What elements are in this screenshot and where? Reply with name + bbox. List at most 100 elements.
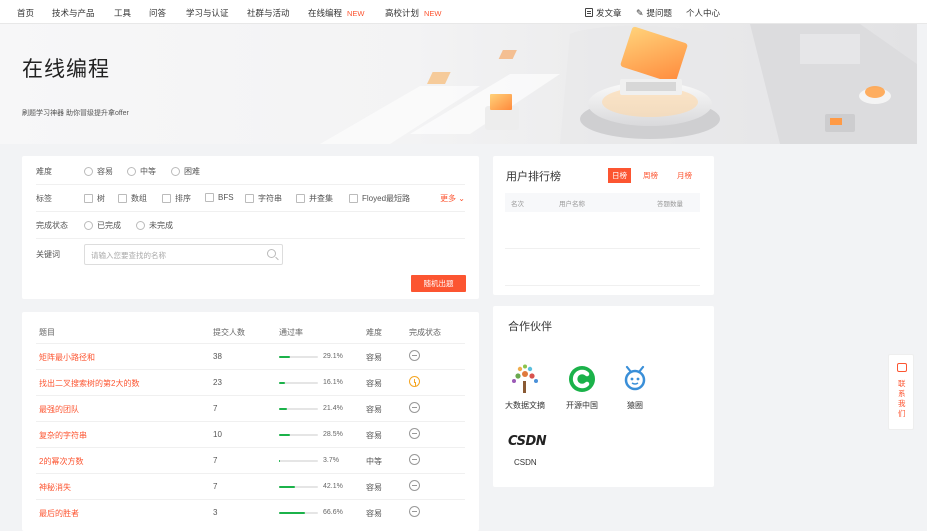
random-question-button[interactable]: 随机出题	[411, 275, 466, 292]
nav-label: 在线编程	[308, 8, 343, 18]
submission-count: 3	[213, 508, 218, 517]
table-row[interactable]: 最后的胜者 3 66.6% 容易	[36, 499, 465, 525]
table-row[interactable]: 2的幂次方数 7 3.7% 中等	[36, 447, 465, 473]
column-answer-count: 答题数量	[657, 201, 683, 208]
radio-icon	[84, 221, 93, 230]
partner-oschina[interactable]: 开源中国	[566, 364, 598, 411]
problem-title-link[interactable]: 最后的胜者	[39, 508, 79, 519]
status-undone-radio[interactable]: 未完成	[136, 220, 173, 231]
pass-rate-bar	[279, 408, 318, 410]
nav-community[interactable]: 社群与活动	[247, 7, 290, 19]
partner-name: 猿圈	[627, 401, 643, 410]
nav-label: 工具	[114, 8, 132, 18]
partners-panel: 合作伙伴 大数据文摘 开源中国 猿圈 CSDN CSDN	[493, 306, 714, 487]
search-icon[interactable]	[267, 249, 276, 258]
tag-floyd-checkbox[interactable]: Floyed最短路	[349, 193, 410, 204]
problem-title-link[interactable]: 最强的团队	[39, 404, 79, 415]
partner-csdn[interactable]: CSDN CSDN	[508, 434, 547, 467]
pass-rate-fill	[279, 486, 295, 488]
nav-label: 问答	[149, 8, 167, 18]
hero-banner: 在线编程 刷题学习神器 助你冒级提升拿offer	[0, 24, 917, 144]
checkbox-icon	[349, 194, 358, 203]
minus-circle-icon	[409, 428, 420, 439]
problem-title-link[interactable]: 复杂的字符串	[39, 430, 87, 441]
nav-campus[interactable]: 高校计划 NEW	[385, 7, 442, 19]
status-filter-row: 完成状态 已完成 未完成	[36, 212, 465, 239]
pass-rate-fill	[279, 408, 287, 410]
pass-rate-fill	[279, 382, 285, 384]
partner-yuanquan[interactable]: 猿圈	[622, 364, 648, 411]
partner-dashuju[interactable]: 大数据文摘	[505, 364, 545, 411]
option-label: 排序	[175, 194, 191, 203]
status-label: 完成状态	[36, 221, 68, 230]
minus-circle-icon	[409, 402, 420, 413]
difficulty-easy-radio[interactable]: 容易	[84, 166, 113, 177]
tab-weekly[interactable]: 周榜	[643, 170, 658, 181]
divider	[505, 285, 700, 286]
write-article-link[interactable]: 发文章	[585, 7, 622, 19]
problem-title-link[interactable]: 找出二叉搜索树的第2大的数	[39, 378, 139, 389]
submission-count: 38	[213, 352, 222, 361]
table-row[interactable]: 矩阵最小路径和 38 29.1% 容易	[36, 343, 465, 369]
ask-label: 提问题	[646, 8, 673, 18]
partner-name: 大数据文摘	[505, 401, 545, 410]
table-row[interactable]: 最强的团队 7 21.4% 容易	[36, 395, 465, 421]
clock-icon	[409, 376, 420, 387]
table-row[interactable]: 复杂的字符串 10 28.5% 容易	[36, 421, 465, 447]
checkbox-icon	[118, 194, 127, 203]
keyword-placeholder: 请输入您要查找的名称	[91, 251, 166, 260]
ask-question-link[interactable]: ✎ 提问题	[636, 7, 672, 19]
difficulty-medium-radio[interactable]: 中等	[127, 166, 156, 177]
difficulty-text: 容易	[366, 379, 382, 388]
pass-rate-fill	[279, 512, 305, 514]
profile-label: 个人中心	[686, 8, 721, 18]
submission-count: 7	[213, 482, 218, 491]
pass-rate-bar	[279, 356, 318, 358]
option-label: 容易	[97, 167, 113, 176]
tag-bfs-checkbox[interactable]: BFS	[205, 193, 234, 202]
table-row[interactable]: 神秘消失 7 42.1% 容易	[36, 473, 465, 499]
option-label: Floyed最短路	[362, 194, 411, 203]
problem-title-link[interactable]: 矩阵最小路径和	[39, 352, 95, 363]
contact-us-button[interactable]: 联系我们	[888, 354, 914, 430]
more-tags-button[interactable]: 更多 ⌄	[440, 193, 465, 204]
page-title: 在线编程	[22, 57, 110, 81]
write-label: 发文章	[596, 8, 622, 18]
tab-daily[interactable]: 日榜	[608, 168, 631, 183]
checkbox-icon	[296, 194, 305, 203]
table-row[interactable]: 找出二叉搜索树的第2大的数 23 16.1% 容易	[36, 369, 465, 395]
difficulty-text: 容易	[366, 405, 382, 414]
tag-string-checkbox[interactable]: 字符串	[245, 193, 282, 204]
nav-learning[interactable]: 学习与认证	[186, 7, 229, 19]
tag-tree-checkbox[interactable]: 树	[84, 193, 105, 204]
nav-qa[interactable]: 问答	[149, 7, 166, 19]
option-label: 中等	[140, 167, 156, 176]
nav-home[interactable]: 首页	[17, 7, 34, 19]
tag-filter-row: 标签 树 数组 排序 BFS 字符串 并查集 Floyed最短路 更多 ⌄	[36, 185, 465, 212]
difficulty-hard-radio[interactable]: 困难	[171, 166, 200, 177]
pass-rate-text: 16.1%	[323, 379, 343, 386]
profile-link[interactable]: 个人中心	[686, 7, 720, 19]
pass-rate-bar	[279, 434, 318, 436]
problem-title-link[interactable]: 神秘消失	[39, 482, 71, 493]
nav-tools[interactable]: 工具	[114, 7, 131, 19]
pass-rate-fill	[279, 434, 290, 436]
new-badge: NEW	[347, 9, 365, 18]
nav-label: 学习与认证	[186, 8, 229, 18]
banner-illustration	[320, 24, 917, 144]
keyword-label: 关键词	[36, 250, 60, 259]
tag-sort-checkbox[interactable]: 排序	[162, 193, 191, 204]
status-done-radio[interactable]: 已完成	[84, 220, 121, 231]
nav-tech-products[interactable]: 技术与产品	[52, 7, 95, 19]
tag-union-find-checkbox[interactable]: 并查集	[296, 193, 333, 204]
nav-label: 技术与产品	[52, 8, 95, 18]
column-difficulty: 难度	[366, 328, 382, 337]
minus-circle-icon	[409, 480, 420, 491]
nav-online-coding[interactable]: 在线编程 NEW	[308, 7, 365, 19]
tab-monthly[interactable]: 月榜	[677, 170, 692, 181]
radio-icon	[84, 167, 93, 176]
problem-title-link[interactable]: 2的幂次方数	[39, 456, 83, 467]
ranking-title: 用户排行榜	[506, 171, 561, 183]
tag-array-checkbox[interactable]: 数组	[118, 193, 147, 204]
keyword-search-input[interactable]: 请输入您要查找的名称	[84, 244, 283, 265]
